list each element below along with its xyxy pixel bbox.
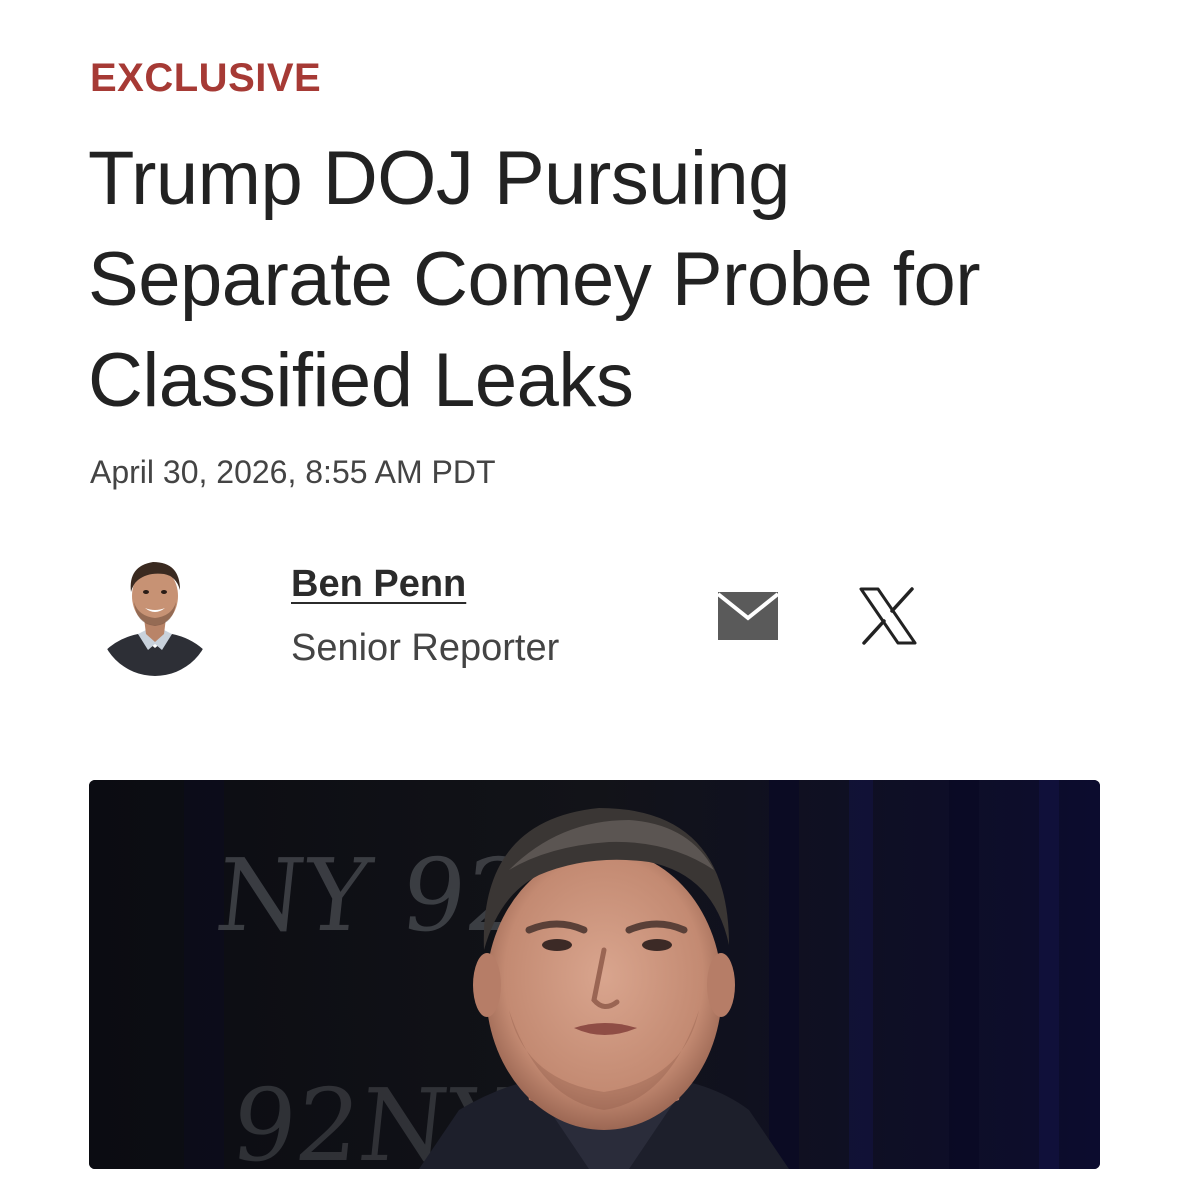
article-headline: Trump DOJ Pursuing Separate Comey Probe … <box>88 128 1148 431</box>
author-photo-icon <box>99 562 211 676</box>
headline-line-1: Trump DOJ Pursuing <box>88 136 790 221</box>
mail-icon[interactable] <box>716 592 780 640</box>
author-role: Senior Reporter <box>291 627 560 669</box>
author-byline: Ben Penn Senior Reporter <box>98 554 958 684</box>
headline-line-3: Classified Leaks <box>88 338 634 423</box>
author-avatar[interactable] <box>98 554 212 678</box>
publish-date: April 30, 2026, 8:55 AM PDT <box>90 454 496 490</box>
author-name-link[interactable]: Ben Penn <box>291 562 466 606</box>
hero-photo: NY 92N 92NY 9 <box>89 780 1100 1169</box>
hero-image: NY 92N 92NY 9 <box>89 780 1100 1169</box>
headline-line-2: Separate Comey Probe for <box>88 237 981 322</box>
article-page: EXCLUSIVE Trump DOJ Pursuing Separate Co… <box>0 0 1189 1200</box>
x-logo-icon[interactable] <box>858 586 918 646</box>
exclusive-label: EXCLUSIVE <box>90 56 322 100</box>
